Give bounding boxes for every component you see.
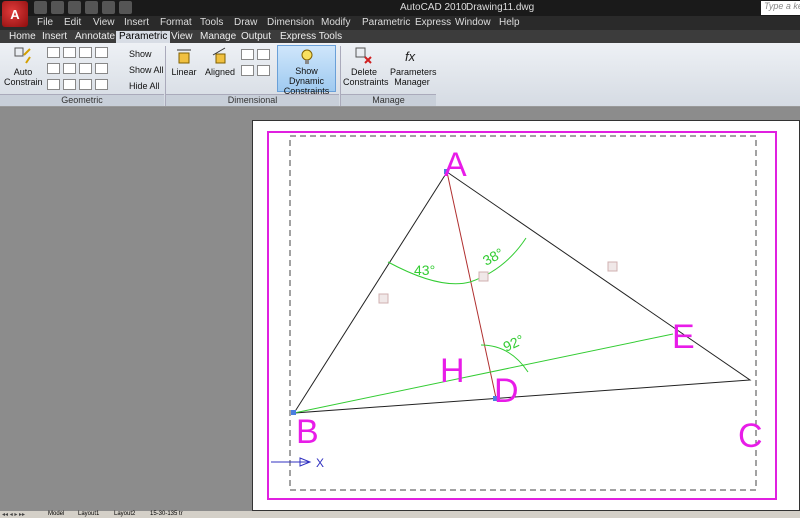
menu-parametric[interactable]: Parametric	[362, 17, 410, 28]
open-icon[interactable]	[51, 1, 64, 14]
menu-insert[interactable]: Insert	[124, 17, 149, 28]
panel-dimensional-label: Dimensional	[166, 94, 339, 106]
vertical-icon[interactable]	[95, 63, 108, 74]
show-dynamic-constraints-button[interactable]: Show Dynamic Constraints	[277, 45, 336, 96]
diameter-icon[interactable]	[257, 49, 270, 60]
tab-express-tools[interactable]: Express Tools	[277, 31, 345, 42]
svg-text:fx: fx	[405, 49, 416, 64]
layout-nav-arrows-icon[interactable]: ◂◂ ◂ ▸ ▸▸	[2, 511, 40, 518]
aligned-label: Aligned	[204, 67, 236, 77]
smooth-icon[interactable]	[63, 79, 76, 90]
document-title: Drawing11.dwg	[466, 2, 535, 13]
quick-access-toolbar	[34, 1, 132, 14]
redo-icon[interactable]	[102, 1, 115, 14]
ribbon-tab-bar: Home Insert Annotate Parametric View Man…	[0, 30, 800, 43]
function-icon: fx	[405, 49, 416, 64]
show-dynamic-label: Show Dynamic Constraints	[283, 66, 330, 96]
menu-draw[interactable]: Draw	[234, 17, 257, 28]
parameters-manager-label: Parameters Manager	[390, 67, 437, 87]
linear-dimension-icon	[177, 49, 191, 64]
coincident-icon[interactable]	[47, 47, 60, 58]
ribbon-panel: Auto Constrain Show Show All Hide All Ge…	[0, 43, 800, 107]
delete-constraints-label: Delete Constraints	[343, 67, 389, 87]
menu-view[interactable]: View	[93, 17, 115, 28]
tangent-icon[interactable]	[47, 79, 60, 90]
parameters-manager-button[interactable]: fx Parameters Manager	[390, 47, 437, 87]
tab-insert[interactable]: Insert	[39, 31, 70, 42]
aligned-button[interactable]: Aligned	[203, 47, 237, 77]
hide-all-button[interactable]: Hide All	[115, 81, 160, 91]
application-menu-button[interactable]: A	[2, 1, 28, 27]
menu-tools[interactable]: Tools	[200, 17, 223, 28]
undo-icon[interactable]	[85, 1, 98, 14]
tab-parametric[interactable]: Parametric	[116, 31, 171, 43]
angular-icon[interactable]	[241, 65, 254, 76]
collinear-icon[interactable]	[63, 47, 76, 58]
show-label: Show	[129, 49, 152, 59]
equal-icon[interactable]	[95, 79, 108, 90]
app-title: AutoCAD 2010	[400, 2, 467, 13]
concentric-icon[interactable]	[79, 47, 92, 58]
lightbulb-icon	[301, 49, 312, 64]
menu-format[interactable]: Format	[160, 17, 192, 28]
tab-layout2[interactable]: Layout2	[114, 511, 135, 517]
tab-view[interactable]: View	[168, 31, 196, 42]
show-all-label: Show All	[129, 65, 164, 75]
symmetric-icon[interactable]	[79, 79, 92, 90]
tab-model[interactable]: Model	[48, 511, 64, 517]
tab-layout1[interactable]: Layout1	[78, 511, 99, 517]
menu-express[interactable]: Express	[415, 17, 451, 28]
tab-layout3[interactable]: 15-30-135 tr	[150, 511, 183, 517]
layout-tabs-bar: ◂◂ ◂ ▸ ▸▸ Model Layout1 Layout2 15-30-13…	[0, 511, 800, 518]
menu-file[interactable]: File	[37, 17, 53, 28]
auto-constrain-icon	[14, 47, 31, 64]
show-all-button[interactable]: Show All	[115, 65, 164, 75]
auto-constrain-button[interactable]: Auto Constrain	[4, 47, 43, 87]
hide-all-label: Hide All	[129, 81, 160, 91]
horizontal-icon[interactable]	[79, 63, 92, 74]
parallel-icon[interactable]	[47, 63, 60, 74]
delete-constraints-button[interactable]: Delete Constraints	[343, 47, 389, 87]
menu-dimension[interactable]: Dimension	[267, 17, 314, 28]
panel-manage-label: Manage	[341, 94, 436, 106]
plot-icon[interactable]	[119, 1, 132, 14]
panel-geometric-label: Geometric	[0, 94, 164, 106]
linear-label: Linear	[171, 67, 197, 77]
save-icon[interactable]	[68, 1, 81, 14]
title-bar: AutoCAD 2010 Drawing11.dwg Type a keywor…	[0, 0, 800, 16]
tab-annotate[interactable]: Annotate	[72, 31, 118, 42]
menu-edit[interactable]: Edit	[64, 17, 81, 28]
linear-button[interactable]: Linear	[168, 47, 200, 77]
delete-constraints-icon	[355, 47, 372, 64]
menu-window[interactable]: Window	[455, 17, 491, 28]
tab-manage[interactable]: Manage	[197, 31, 239, 42]
show-button[interactable]: Show	[115, 49, 152, 59]
layout-paper	[252, 120, 800, 511]
menu-help[interactable]: Help	[499, 17, 520, 28]
search-input[interactable]: Type a keyword	[761, 1, 800, 15]
fix-icon[interactable]	[95, 47, 108, 58]
menu-modify[interactable]: Modify	[321, 17, 350, 28]
radius-icon[interactable]	[241, 49, 254, 60]
convert-icon[interactable]	[257, 65, 270, 76]
menu-bar: File Edit View Insert Format Tools Draw …	[0, 16, 800, 30]
new-icon[interactable]	[34, 1, 47, 14]
tab-output[interactable]: Output	[238, 31, 274, 42]
auto-constrain-label: Auto Constrain	[4, 67, 43, 87]
tab-home[interactable]: Home	[6, 31, 39, 42]
aligned-dimension-icon	[212, 47, 226, 64]
perpendicular-icon[interactable]	[63, 63, 76, 74]
